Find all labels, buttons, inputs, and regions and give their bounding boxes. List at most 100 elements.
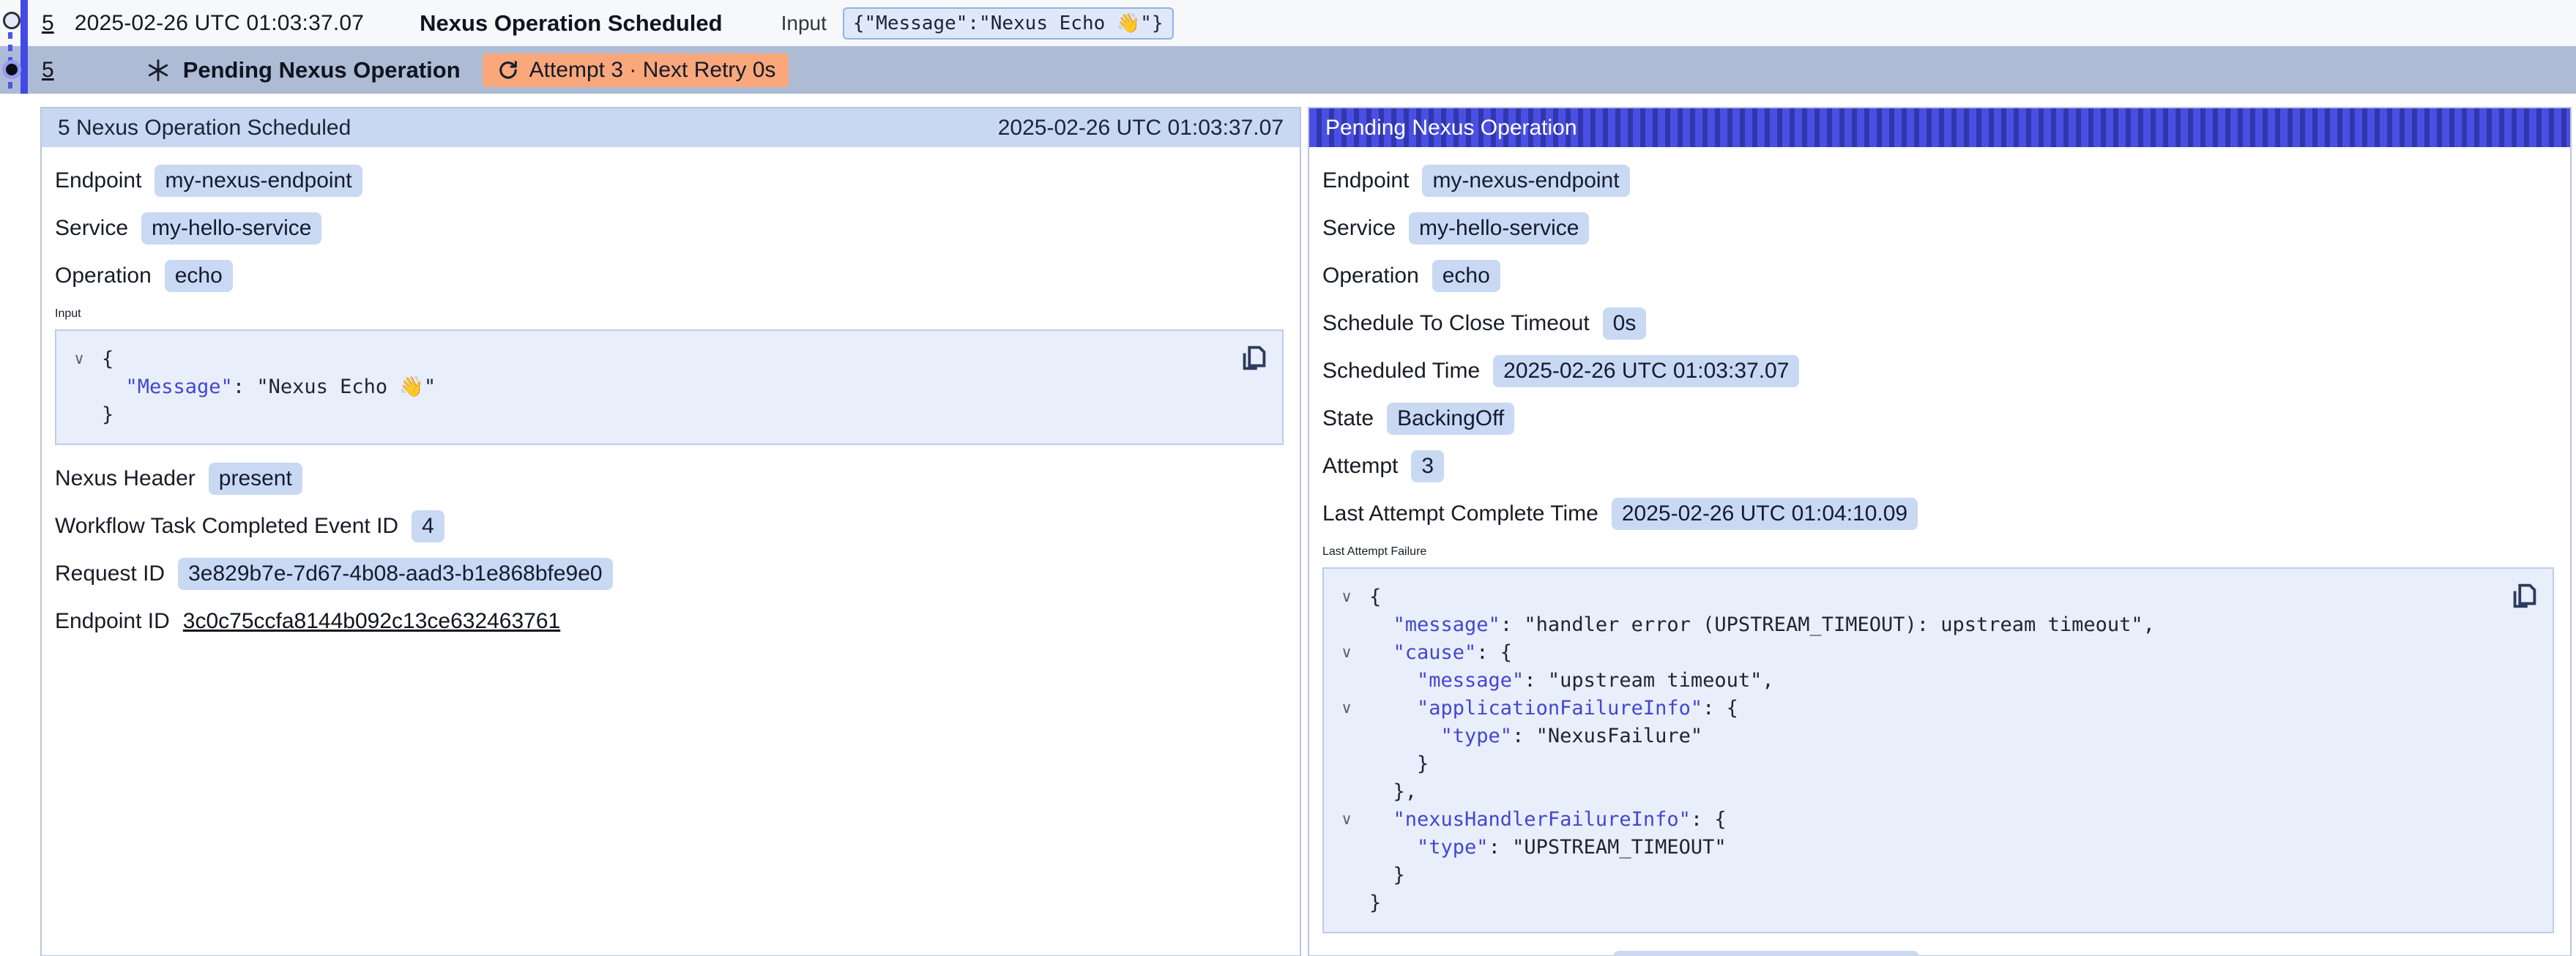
field-block-input: Input∨{"Message": "Nexus Echo 👋"} <box>55 307 1284 445</box>
field-row-operation: Operationecho <box>55 260 1284 292</box>
field-row-attempt: Attempt3 <box>1322 450 2554 482</box>
retry-icon <box>496 58 521 83</box>
field-row-last-attempt-complete-time: Last Attempt Complete Time2025-02-26 UTC… <box>1322 498 2554 530</box>
pending-panel-title: Pending Nexus Operation <box>1325 116 1577 141</box>
field-label: Last Attempt Complete Time <box>1322 501 1598 526</box>
code-gutter <box>56 373 102 401</box>
field-value-badge: 3e829b7e-7d67-4b08-aad3-b1e868bfe9e0 <box>178 558 613 590</box>
copy-button[interactable] <box>2507 579 2541 613</box>
code-line: } <box>1324 889 2501 917</box>
json-text: : "handler error (UPSTREAM_TIMEOUT): ups… <box>1500 613 2155 636</box>
json-text: { <box>1369 586 1381 608</box>
code-gutter <box>1324 667 1369 695</box>
code-gutter <box>1324 611 1369 639</box>
field-label: Service <box>55 216 128 241</box>
code-gutter <box>1324 722 1369 750</box>
field-row-next-attempt-schedule-time: Next Attempt Schedule Time2025-02-26 UTC… <box>1322 951 2554 956</box>
code-line-content: } <box>1369 750 1429 778</box>
field-value-badge: present <box>209 463 302 495</box>
code-gutter <box>1324 750 1369 778</box>
collapse-chevron-icon[interactable]: ∨ <box>1324 806 1369 834</box>
field-label: Endpoint <box>1322 168 1409 193</box>
code-gutter <box>1324 834 1369 862</box>
field-row-workflow-task-completed-event-id: Workflow Task Completed Event ID 4 <box>55 510 1284 542</box>
field-row-endpoint-id: Endpoint ID 3c0c75ccfa8144b092c13ce632463… <box>55 605 1284 638</box>
timeline-node-open-icon <box>3 12 21 29</box>
pending-event-name: Pending Nexus Operation <box>183 57 461 83</box>
collapse-chevron-icon[interactable]: ∨ <box>1324 583 1369 611</box>
code-line-content: "message": "handler error (UPSTREAM_TIME… <box>1369 611 2155 639</box>
code-line: ∨ "applicationFailureInfo": { <box>1324 695 2501 722</box>
scheduled-panel-body: Endpointmy-nexus-endpointServicemy-hello… <box>42 147 1300 638</box>
timeline-node-current-icon <box>2 60 21 79</box>
scheduled-panel-header: 5 Nexus Operation Scheduled 2025-02-26 U… <box>42 108 1300 147</box>
pending-id-link[interactable]: 5 <box>42 58 54 83</box>
pending-panel-body: Endpointmy-nexus-endpointServicemy-hello… <box>1309 147 2570 956</box>
code-block: ∨{"message": "handler error (UPSTREAM_TI… <box>1322 567 2554 933</box>
field-label: Attempt <box>1322 454 1398 479</box>
code-line-content: "type": "UPSTREAM_TIMEOUT" <box>1369 834 1727 862</box>
json-text: { <box>102 348 113 370</box>
code-line-content: "message": "upstream timeout", <box>1369 667 1774 695</box>
field-value-badge: echo <box>1432 260 1500 292</box>
field-label: Last Attempt Failure <box>1322 545 2554 559</box>
json-key: "cause" <box>1393 641 1477 664</box>
event-name: Nexus Operation Scheduled <box>420 10 722 37</box>
field-value-badge: 4 <box>412 510 444 542</box>
field-label: Scheduled Time <box>1322 359 1480 384</box>
code-line: ∨"nexusHandlerFailureInfo": { <box>1324 806 2501 834</box>
event-row-nexus-operation-scheduled[interactable]: 5 2025-02-26 UTC 01:03:37.07 Nexus Opera… <box>0 0 2576 46</box>
collapse-chevron-icon[interactable]: ∨ <box>1324 639 1369 667</box>
pending-asterisk-icon <box>145 57 171 83</box>
scheduled-panel-title: 5 Nexus Operation Scheduled <box>58 116 351 141</box>
code-gutter <box>1324 889 1369 917</box>
field-value-badge: 2025-02-26 UTC 01:03:37.07 <box>1493 355 1799 387</box>
field-value-badge: my-hello-service <box>1409 212 1589 244</box>
collapse-chevron-icon[interactable]: ∨ <box>56 346 102 373</box>
field-row-state: StateBackingOff <box>1322 403 2554 435</box>
field-value-link[interactable]: 3c0c75ccfa8144b092c13ce632463761 <box>183 609 560 634</box>
field-value-badge: 0s <box>1603 307 1647 340</box>
json-text: : "NexusFailure" <box>1512 725 1702 747</box>
field-value-badge: 2025-02-26 UTC 01:04:13.93 <box>1613 951 1919 956</box>
json-text: : { <box>1476 641 1512 664</box>
field-row-schedule-to-close-timeout: Schedule To Close Timeout0s <box>1322 307 2554 340</box>
code-line: ∨{ <box>56 346 1231 373</box>
scheduled-panel-timestamp: 2025-02-26 UTC 01:03:37.07 <box>998 116 1284 141</box>
field-row-endpoint: Endpointmy-nexus-endpoint <box>55 165 1284 197</box>
pending-panel-header: Pending Nexus Operation <box>1309 108 2570 147</box>
field-label: Endpoint ID <box>55 609 170 634</box>
json-text: : "upstream timeout", <box>1524 669 1773 692</box>
json-text: } <box>1393 864 1405 886</box>
code-line-content: } <box>1369 889 1381 917</box>
field-label: Operation <box>1322 264 1419 288</box>
code-line: "message": "upstream timeout", <box>1324 667 2501 695</box>
json-text: } <box>1369 892 1381 914</box>
field-block-last-attempt-failure: Last Attempt Failure∨{"message": "handle… <box>1322 545 2554 933</box>
field-label: Request ID <box>55 561 165 586</box>
code-line-content: } <box>1369 862 1405 889</box>
json-text: : { <box>1702 697 1738 720</box>
field-value-badge: echo <box>165 260 233 292</box>
json-text: }, <box>1393 780 1418 803</box>
timeline-rail <box>0 0 40 110</box>
event-row-pending-nexus-operation[interactable]: 5 Pending Nexus Operation Attempt 3 · Ne… <box>0 46 2576 94</box>
input-preview-badge: {"Message":"Nexus Echo 👋"} <box>843 7 1174 40</box>
event-id-link[interactable]: 5 <box>42 11 54 36</box>
copy-button[interactable] <box>1237 341 1270 375</box>
code-line: "type": "UPSTREAM_TIMEOUT" <box>1324 834 2501 862</box>
input-label: Input <box>781 12 827 35</box>
code-line: } <box>1324 862 2501 889</box>
field-row-request-id: Request ID 3e829b7e-7d67-4b08-aad3-b1e868… <box>55 558 1284 590</box>
code-line-content: { <box>1369 583 1381 611</box>
collapse-chevron-icon[interactable]: ∨ <box>1324 695 1369 722</box>
json-key: "applicationFailureInfo" <box>1417 697 1702 720</box>
timeline-accent-bar <box>21 0 28 94</box>
code-line-content: { <box>102 346 113 373</box>
json-key: "message" <box>1393 613 1500 636</box>
field-label: Workflow Task Completed Event ID <box>55 514 398 539</box>
code-line-content: "nexusHandlerFailureInfo": { <box>1369 806 1727 834</box>
code-line: ∨ "cause": { <box>1324 639 2501 667</box>
json-key: "message" <box>1417 669 1524 692</box>
code-block: ∨{"Message": "Nexus Echo 👋"} <box>55 329 1284 445</box>
